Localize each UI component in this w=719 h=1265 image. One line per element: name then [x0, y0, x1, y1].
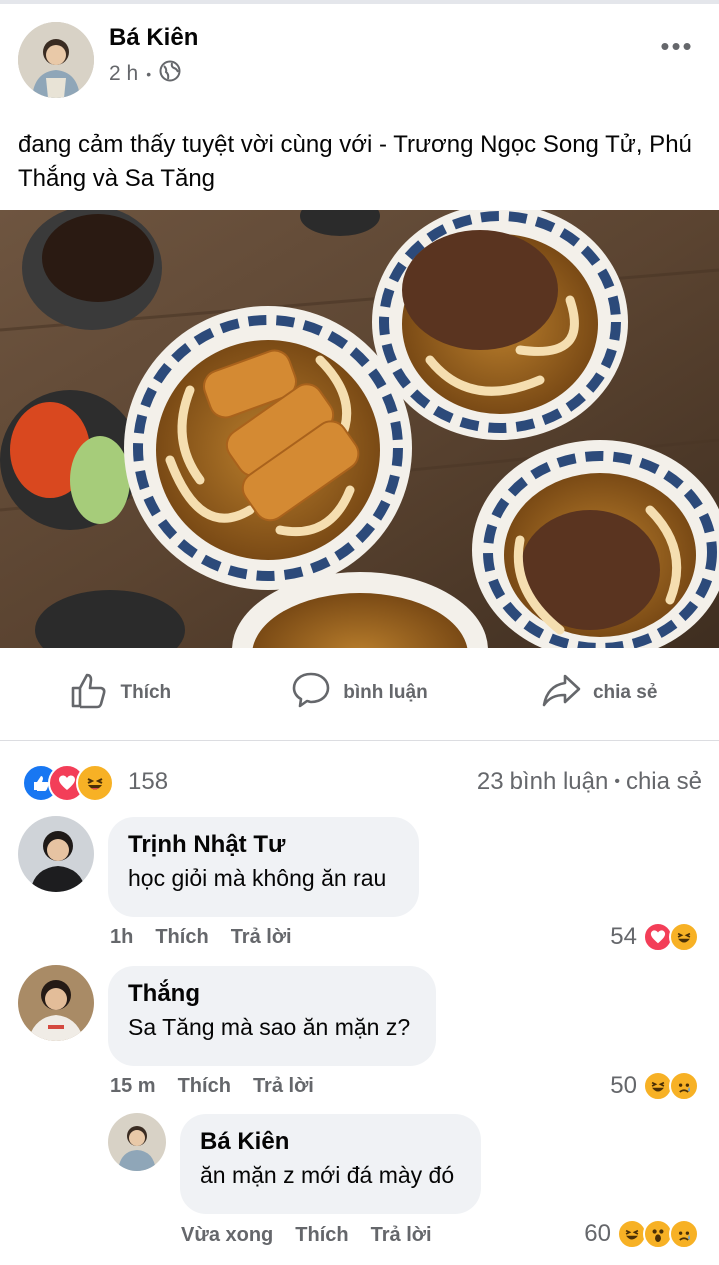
comment-reply-button[interactable]: Trả lời: [253, 1075, 314, 1098]
comment-text: Sa Tăng mà sao ăn mặn z?: [128, 1014, 411, 1040]
post-text: đang cảm thấy tuyệt vời cùng với - Trươn…: [18, 131, 692, 192]
comment-reactions[interactable]: 60: [584, 1219, 699, 1249]
commenter-name[interactable]: Thắng: [128, 978, 416, 1010]
commenter-avatar[interactable]: [108, 1113, 166, 1171]
comment-like-button[interactable]: Thích: [178, 1075, 231, 1098]
comment-bubble: Bá Kiên ăn mặn z mới đá mày đó: [180, 1114, 481, 1214]
commenter-avatar[interactable]: [18, 816, 94, 892]
post-meta: 2 h •: [109, 60, 181, 88]
share-count-label[interactable]: chia sẻ: [626, 768, 702, 796]
share-label: chia sẻ: [592, 682, 658, 703]
actions-divider: [0, 740, 719, 741]
comment-reactions[interactable]: 50: [610, 1071, 699, 1101]
comment-bubble: Thắng Sa Tăng mà sao ăn mặn z?: [108, 966, 436, 1066]
comment-reply-button[interactable]: Trả lời: [231, 926, 292, 949]
more-options-button[interactable]: •••: [653, 30, 701, 62]
sad-reaction-icon: [669, 1071, 699, 1101]
comment-icon: [291, 670, 331, 716]
comment-count[interactable]: 23: [477, 768, 504, 796]
like-label: Thích: [120, 682, 172, 703]
comment-count-label[interactable]: bình luận: [510, 768, 609, 796]
comment-bubble: Trịnh Nhật Tư học giỏi mà không ăn rau: [108, 817, 419, 917]
post-header: Bá Kiên 2 h • •••: [18, 22, 701, 102]
comment-footer: 15 m Thích Trả lời: [110, 1075, 314, 1098]
reaction-icons[interactable]: [22, 764, 122, 802]
globe-icon: [159, 60, 181, 88]
comment-like-button[interactable]: Thích: [155, 926, 208, 949]
food-photo-icon: [0, 210, 719, 648]
comment-reactions[interactable]: 54: [610, 922, 699, 952]
commenter-name[interactable]: Trịnh Nhật Tư: [128, 829, 399, 861]
post-photo[interactable]: [0, 210, 719, 648]
commenter-avatar[interactable]: [18, 965, 94, 1041]
comment-reaction-count: 54: [610, 923, 637, 950]
meta-dot: •: [146, 66, 152, 82]
comment-share-summary: 23 bình luận • chia sẻ: [477, 768, 702, 796]
haha-reaction-icon: [669, 922, 699, 952]
comment-label: bình luận: [343, 682, 428, 703]
comment-reaction-count: 60: [584, 1220, 611, 1247]
comment-button[interactable]: bình luận: [240, 660, 480, 726]
top-divider: [0, 0, 719, 4]
like-button[interactable]: Thích: [0, 660, 240, 726]
comment-text: học giỏi mà không ăn rau: [128, 865, 387, 891]
comment-reply-button[interactable]: Trả lời: [371, 1224, 432, 1247]
comment-reaction-count: 50: [610, 1072, 637, 1099]
author-avatar[interactable]: [18, 22, 94, 98]
haha-reaction-icon: [76, 764, 114, 802]
comment-time: Vừa xong: [181, 1224, 274, 1246]
comment-like-button[interactable]: Thích: [295, 1224, 348, 1247]
author-name[interactable]: Bá Kiên: [109, 24, 198, 52]
post-actions: Thích bình luận chia sẻ: [0, 660, 719, 726]
share-arrow-icon: [541, 670, 581, 716]
thumbs-up-icon: [69, 670, 109, 716]
summary-dot: •: [614, 773, 620, 790]
share-button[interactable]: chia sẻ: [479, 660, 719, 726]
comment-footer: 1h Thích Trả lời: [110, 926, 292, 949]
reaction-summary: 158 23 bình luận • chia sẻ: [22, 762, 702, 802]
comment-footer: Vừa xong Thích Trả lời: [181, 1224, 432, 1247]
sad-reaction-icon: [669, 1219, 699, 1249]
comment-text: ăn mặn z mới đá mày đó: [200, 1162, 455, 1188]
post-time[interactable]: 2 h: [109, 62, 138, 86]
comment-time: 15 m: [110, 1075, 156, 1097]
commenter-name[interactable]: Bá Kiên: [200, 1126, 461, 1158]
comment-time: 1h: [110, 926, 134, 948]
reaction-count[interactable]: 158: [128, 768, 168, 796]
